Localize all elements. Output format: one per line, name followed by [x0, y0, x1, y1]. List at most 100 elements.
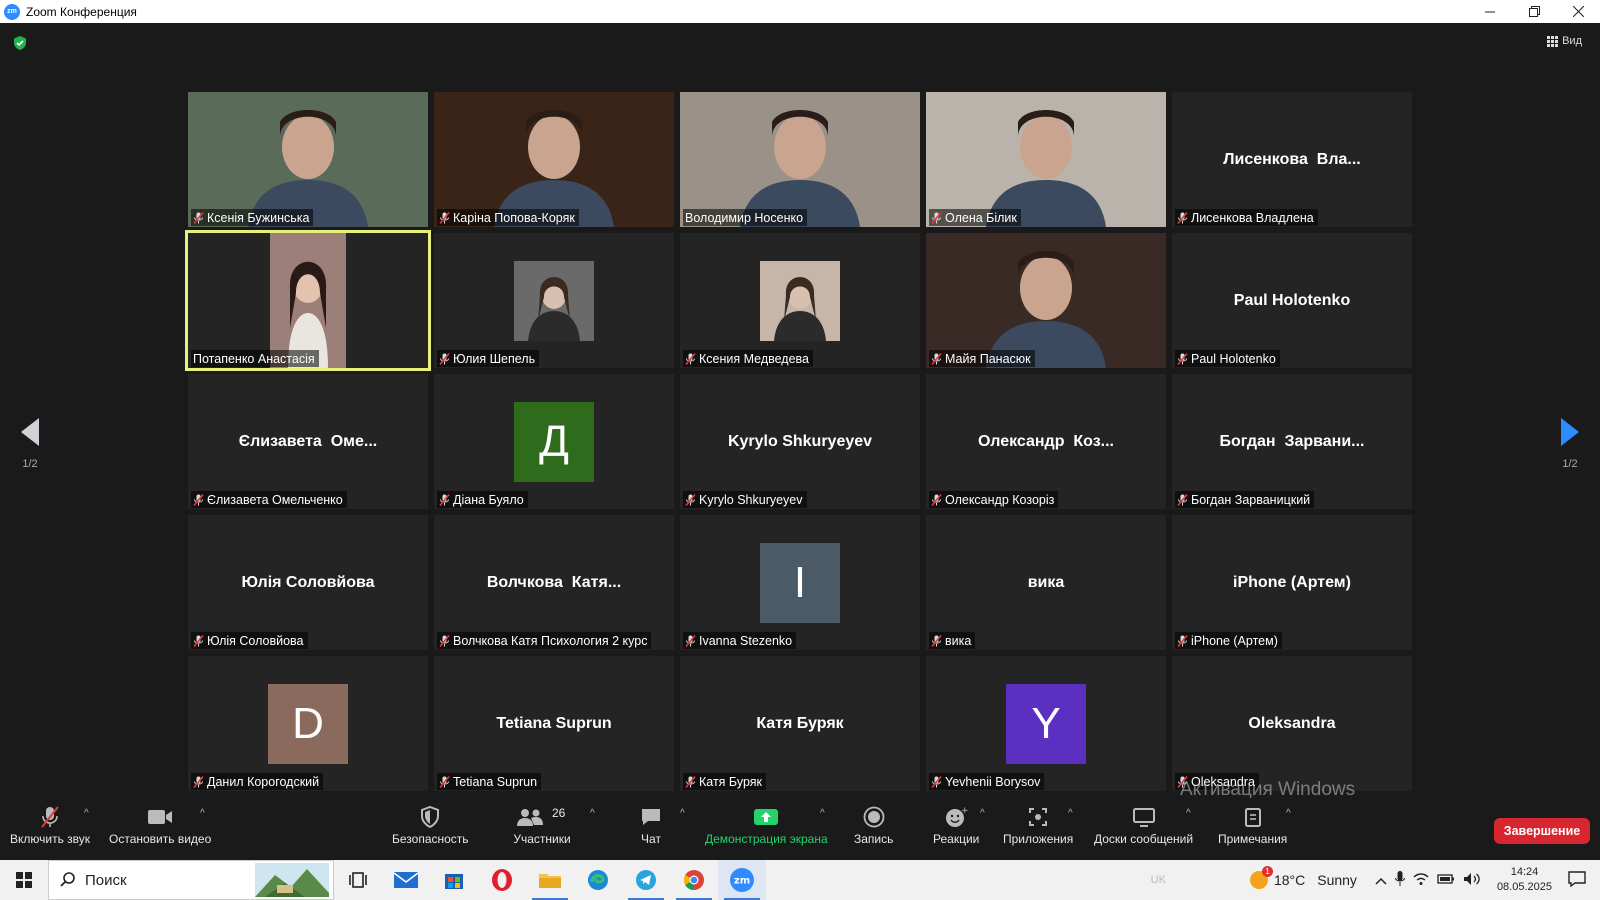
participants-button[interactable]: 26 Участники — [512, 804, 572, 846]
chat-button[interactable]: Чат — [640, 804, 662, 846]
participant-tile[interactable]: Потапенко Анастасія — [185, 230, 431, 371]
participant-tile[interactable]: Каріна Попова-Коряк — [434, 92, 674, 227]
apps-options-caret[interactable]: ^ — [1068, 808, 1073, 819]
end-meeting-button[interactable]: Завершение — [1494, 818, 1590, 844]
security-shield-icon[interactable] — [12, 35, 28, 51]
participant-tile[interactable]: Волчкова Катя... Волчкова Катя Психология… — [434, 515, 674, 650]
participant-name: Майя Панасюк — [945, 351, 1031, 366]
muted-mic-icon — [1177, 634, 1188, 647]
minimize-button[interactable] — [1468, 0, 1512, 23]
muted-mic-icon — [193, 634, 204, 647]
audio-options-caret[interactable]: ^ — [84, 808, 89, 819]
participant-tile[interactable]: Катя Буряк Катя Буряк — [680, 656, 920, 791]
notifications-icon[interactable] — [1568, 870, 1586, 890]
weather-widget[interactable]: 1 18°C Sunny — [1249, 866, 1357, 889]
participant-tile[interactable]: Єлизавета Оме... Єлизавета Омельченко — [188, 374, 428, 509]
muted-mic-icon — [1177, 211, 1188, 224]
participant-tile[interactable]: Олександр Коз... Олександр Козоріз — [926, 374, 1166, 509]
arrow-left-icon — [21, 418, 39, 446]
participant-name: Лисенкова Владлена — [1191, 210, 1314, 225]
share-screen-icon — [754, 809, 779, 825]
zoom-app-button[interactable]: zm — [718, 860, 766, 900]
share-options-caret[interactable]: ^ — [820, 808, 825, 819]
reactions-options-caret[interactable]: ^ — [980, 808, 985, 819]
participant-tile[interactable]: Майя Панасюк — [926, 233, 1166, 368]
participant-tile[interactable]: Paul Holotenko Paul Holotenko — [1172, 233, 1412, 368]
taskbar-clock[interactable]: 14:24 08.05.2025 — [1497, 865, 1552, 895]
participant-name-label: Ivanna Stezenko — [683, 632, 797, 649]
video-options-caret[interactable]: ^ — [200, 808, 205, 819]
reactions-label: Реакции — [933, 832, 980, 846]
participant-video — [434, 92, 674, 227]
whiteboards-options-caret[interactable]: ^ — [1186, 808, 1191, 819]
telegram-app-button[interactable] — [622, 860, 670, 900]
participant-tile[interactable]: iPhone (Артем) iPhone (Артем) — [1172, 515, 1412, 650]
participant-tile[interactable]: Юлія Соловйова Юлія Соловйова — [188, 515, 428, 650]
participant-tile[interactable]: Олена Білик — [926, 92, 1166, 227]
meeting-area: Вид 1/2 1/2 Ксенія Бужинська Каріна Попов… — [0, 23, 1600, 840]
participant-tile[interactable]: Ксения Медведева — [680, 233, 920, 368]
notes-options-caret[interactable]: ^ — [1286, 808, 1291, 819]
start-button[interactable] — [0, 860, 48, 900]
opera-app-button[interactable] — [478, 860, 526, 900]
participant-name: Paul Holotenko — [1191, 351, 1276, 366]
close-button[interactable] — [1556, 0, 1600, 23]
reactions-button[interactable]: + Реакции — [933, 804, 979, 846]
participant-display-name: iPhone (Артем) — [1233, 573, 1351, 591]
participant-tile[interactable]: D Данил Корогодский — [188, 656, 428, 791]
apps-label: Приложения — [1003, 832, 1074, 846]
participant-tile[interactable]: Володимир Носенко — [680, 92, 920, 227]
edge-app-button[interactable] — [574, 860, 622, 900]
task-view-button[interactable] — [334, 860, 382, 900]
chrome-app-button[interactable] — [670, 860, 718, 900]
network-icon[interactable] — [1413, 872, 1429, 889]
file-explorer-button[interactable] — [526, 860, 574, 900]
participant-name-label: Каріна Попова-Коряк — [437, 209, 579, 226]
participant-name-label: Потапенко Анастасія — [191, 350, 319, 367]
input-language[interactable]: UK — [1151, 874, 1166, 886]
participant-tile[interactable]: Kyrylo Shkuryeyev Kyrylo Shkuryeyev — [680, 374, 920, 509]
security-button[interactable]: Безопасность — [392, 804, 469, 846]
participants-options-caret[interactable]: ^ — [590, 808, 595, 819]
chevron-up-icon[interactable] — [1375, 873, 1387, 888]
participant-tile[interactable]: вика вика — [926, 515, 1166, 650]
taskbar-search[interactable]: Поиск — [48, 860, 334, 900]
opera-icon — [492, 869, 512, 891]
volume-icon[interactable] — [1463, 872, 1481, 889]
participant-tile[interactable]: Oleksandra Oleksandra — [1172, 656, 1412, 791]
mail-app-button[interactable] — [382, 860, 430, 900]
muted-mic-icon — [931, 634, 942, 647]
battery-icon[interactable] — [1437, 873, 1455, 888]
task-view-icon — [349, 872, 367, 888]
prev-page-button[interactable]: 1/2 — [10, 418, 50, 470]
participant-tile[interactable]: Лисенкова Вла... Лисенкова Владлена — [1172, 92, 1412, 227]
stop-video-button[interactable]: Остановить видео — [109, 804, 211, 846]
participant-tile[interactable]: Богдан Зарвани... Богдан Зарваницкий — [1172, 374, 1412, 509]
next-page-button[interactable]: 1/2 — [1550, 418, 1590, 470]
participant-video — [926, 233, 1166, 368]
restore-button[interactable] — [1512, 0, 1556, 23]
participant-tile[interactable]: I Ivanna Stezenko — [680, 515, 920, 650]
store-app-button[interactable] — [430, 860, 478, 900]
whiteboards-button[interactable]: Доски сообщений — [1094, 804, 1193, 846]
participants-label: Участники — [513, 832, 571, 846]
participant-tile[interactable]: Y Yevhenii Borysov — [926, 656, 1166, 791]
unmute-button[interactable]: Включить звук — [10, 804, 90, 846]
record-button[interactable]: Запись — [854, 804, 893, 846]
notes-button[interactable]: Примечания — [1218, 804, 1287, 846]
chat-options-caret[interactable]: ^ — [680, 808, 685, 819]
view-button[interactable]: Вид — [1547, 35, 1582, 47]
minimize-icon — [1485, 11, 1495, 12]
microphone-tray-icon[interactable] — [1394, 870, 1405, 890]
participant-display-name: Лисенкова Вла... — [1223, 150, 1361, 168]
participant-tile[interactable]: Д Діана Буяло — [434, 374, 674, 509]
stop-video-label: Остановить видео — [109, 832, 212, 846]
clock-date: 08.05.2025 — [1496, 881, 1552, 893]
participant-tile[interactable]: Юлия Шепель — [434, 233, 674, 368]
apps-button[interactable]: Приложения — [1003, 804, 1073, 846]
participant-tile[interactable]: Tetiana Suprun Tetiana Suprun — [434, 656, 674, 791]
participant-tile[interactable]: Ксенія Бужинська — [188, 92, 428, 227]
edge-icon — [588, 870, 608, 890]
microphone-muted-icon — [41, 806, 59, 828]
share-screen-button[interactable]: Демонстрация экрана — [705, 804, 828, 846]
